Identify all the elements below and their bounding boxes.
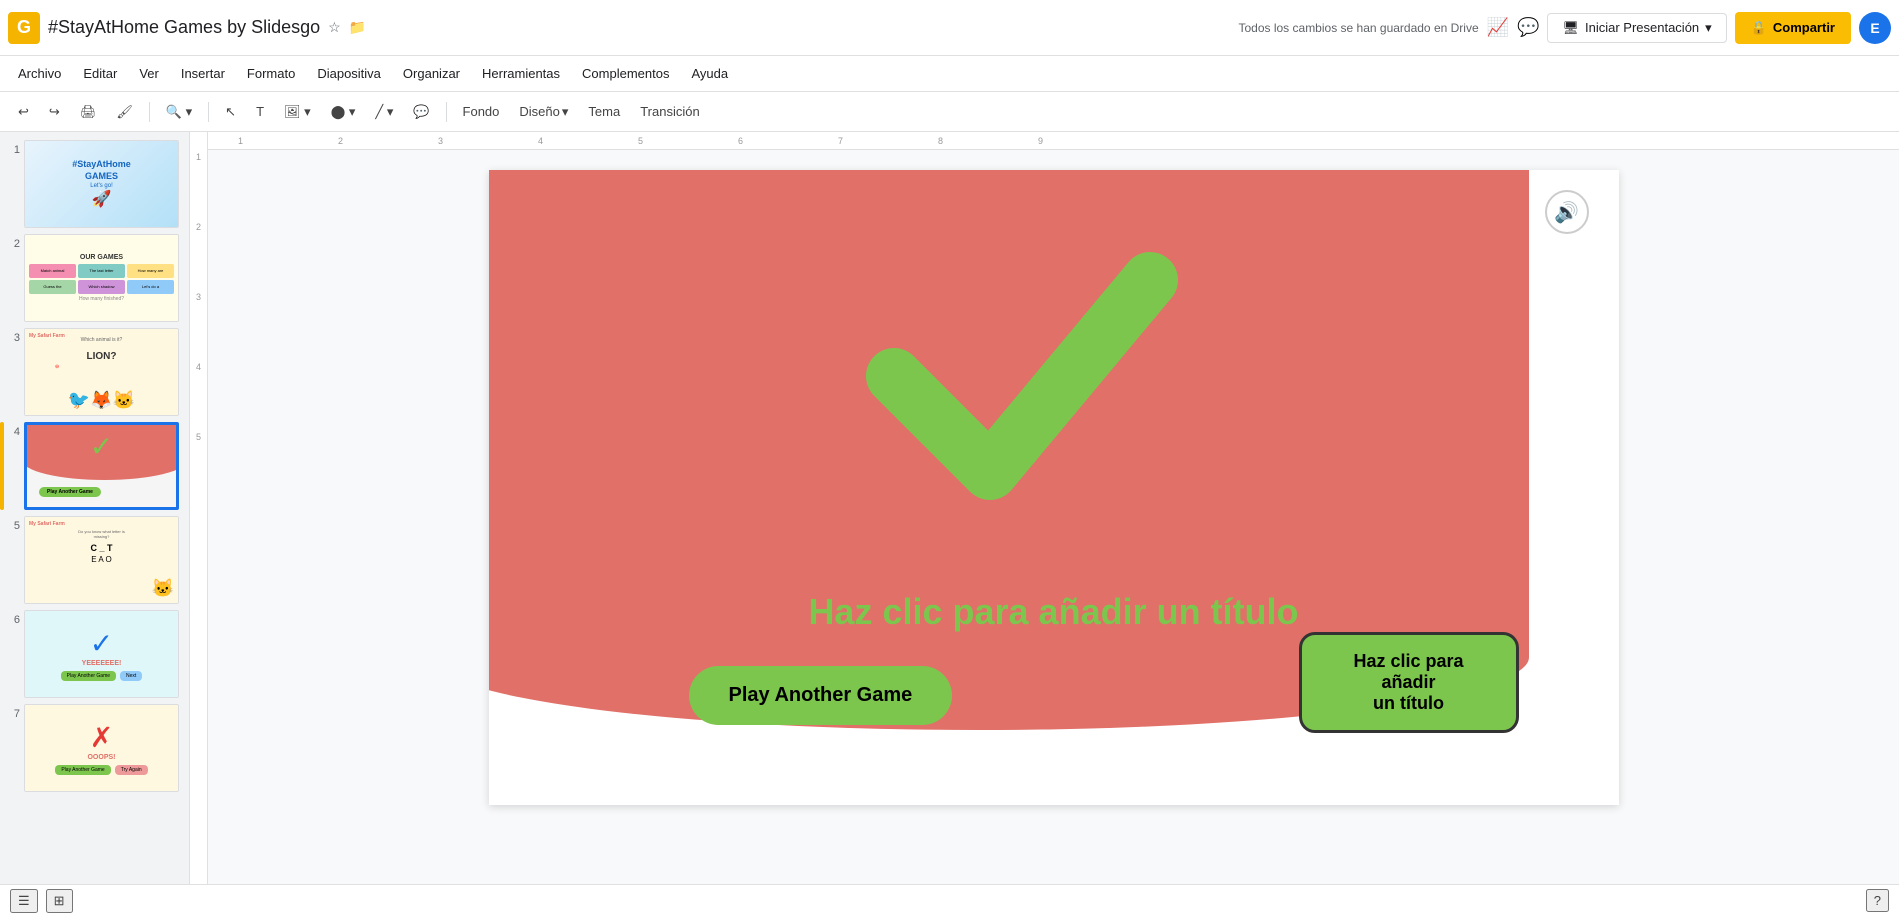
slide-thumb-2[interactable]: 2 OUR GAMES Match animal The last letter… (6, 234, 183, 322)
menu-ver[interactable]: Ver (129, 62, 169, 85)
chat-icon[interactable]: 💬 (1517, 17, 1539, 38)
slide-thumb-5[interactable]: 5 My Safari Farm Do you know what letter… (6, 516, 183, 604)
main-canvas-column: 1 2 3 4 5 6 7 8 9 (208, 132, 1899, 916)
bottom-bar: ☰ ⊞ ? (0, 884, 1899, 916)
present-button[interactable]: 🖥 Iniciar Presentación ▾ (1547, 13, 1726, 43)
slide-num-2: 2 (6, 238, 20, 250)
toolbar-redo-btn[interactable]: ↪ (41, 100, 68, 124)
toolbar-fondo-btn[interactable]: Fondo (455, 100, 508, 123)
app-icon[interactable]: G (8, 12, 40, 44)
slide-num-1: 1 (6, 144, 20, 156)
toolbar: ↩ ↪ 🖨 🖌 🔍 ▾ ↖ T 🖼 ▾ ⬤ ▾ ╱ ▾ 💬 Fondo Dise… (0, 92, 1899, 132)
folder-icon[interactable]: 📁 (349, 19, 366, 36)
sep2 (208, 102, 209, 122)
slide-thumb-7[interactable]: 7 ✗ OOOPS! Play Another Game Try Again (6, 704, 183, 792)
toolbar-shapes-btn[interactable]: ⬤ ▾ (323, 100, 364, 124)
slide-img-1[interactable]: #StayAtHomeGAMES Let's go! 🚀 (24, 140, 179, 228)
ruler-vertical: 1 2 3 4 5 (190, 132, 208, 916)
checkmark-svg (862, 200, 1182, 520)
toolbar-undo-btn[interactable]: ↩ (10, 100, 37, 124)
help-btn[interactable]: ? (1866, 889, 1889, 912)
menu-bar: Archivo Editar Ver Insertar Formato Diap… (0, 56, 1899, 92)
canvas-with-ruler: 1 2 3 4 5 1 2 3 4 5 6 7 8 (190, 132, 1899, 916)
toolbar-format-paint-btn[interactable]: 🖌 (108, 100, 141, 124)
slide-img-2[interactable]: OUR GAMES Match animal The last letter H… (24, 234, 179, 322)
ruler-horizontal: 1 2 3 4 5 6 7 8 9 (208, 132, 1899, 150)
top-bar: G #StayAtHome Games by Slidesgo ☆ 📁 Todo… (0, 0, 1899, 56)
toolbar-line-btn[interactable]: ╱ ▾ (367, 100, 401, 124)
checkmark-container (862, 200, 1182, 540)
activity-icon[interactable]: 📈 (1487, 17, 1509, 38)
slide-thumb-6[interactable]: 6 ✓ YEEEEEEE! Play Another Game Next (6, 610, 183, 698)
slide-img-3[interactable]: My Safari Farm Which animal is it? LION?… (24, 328, 179, 416)
menu-ayuda[interactable]: Ayuda (681, 62, 738, 85)
menu-organizar[interactable]: Organizar (393, 62, 470, 85)
play-another-game-button[interactable]: Play Another Game (689, 666, 953, 725)
slide-num-6: 6 (6, 614, 20, 626)
toolbar-zoom-btn[interactable]: 🔍 ▾ (158, 100, 200, 124)
grid-view-btn[interactable]: ⊞ (46, 889, 73, 913)
autosave-status: Todos los cambios se han guardado en Dri… (1238, 21, 1478, 35)
slide-num-5: 5 (6, 520, 20, 532)
toolbar-diseno-btn[interactable]: Diseño▾ (511, 100, 576, 124)
slide-title-placeholder[interactable]: Haz clic para añadir un título (804, 590, 1304, 633)
slide-canvas-wrapper: 🔊 Haz clic para añadir un título Play An… (208, 150, 1899, 916)
present-screen-icon: 🖥 (1562, 20, 1579, 36)
menu-editar[interactable]: Editar (73, 62, 127, 85)
menu-herramientas[interactable]: Herramientas (472, 62, 570, 85)
ruler-marks: 1 2 3 4 5 6 7 8 9 (238, 136, 1899, 146)
audio-button[interactable]: 🔊 (1545, 190, 1589, 234)
top-right-actions: 📈 💬 🖥 Iniciar Presentación ▾ 🔒 Compartir… (1487, 12, 1891, 44)
toolbar-comment-btn[interactable]: 💬 (405, 100, 437, 124)
slide-img-4[interactable]: ✓ Play Another Game (24, 422, 179, 510)
slide-img-5[interactable]: My Safari Farm Do you know what letter i… (24, 516, 179, 604)
sep1 (149, 102, 150, 122)
slide-panel: 1 #StayAtHomeGAMES Let's go! 🚀 2 OUR GAM… (0, 132, 190, 916)
slide-num-3: 3 (6, 332, 20, 344)
slide-thumb-3[interactable]: 3 My Safari Farm Which animal is it? LIO… (6, 328, 183, 416)
present-dropdown-icon: ▾ (1705, 20, 1712, 36)
doc-title-area: #StayAtHome Games by Slidesgo ☆ 📁 (48, 17, 1230, 38)
menu-formato[interactable]: Formato (237, 62, 305, 85)
menu-diapositiva[interactable]: Diapositiva (307, 62, 391, 85)
star-icon[interactable]: ☆ (328, 19, 341, 36)
active-indicator (0, 422, 4, 510)
slide-list-view-btn[interactable]: ☰ (10, 889, 38, 913)
slide-num-7: 7 (6, 708, 20, 720)
main-area: 1 #StayAtHomeGAMES Let's go! 🚀 2 OUR GAM… (0, 132, 1899, 916)
speaker-icon: 🔊 (1554, 200, 1579, 225)
slide-canvas[interactable]: 🔊 Haz clic para añadir un título Play An… (489, 170, 1619, 805)
menu-archivo[interactable]: Archivo (8, 62, 71, 85)
lock-icon: 🔒 (1751, 20, 1767, 36)
slide-img-7[interactable]: ✗ OOOPS! Play Another Game Try Again (24, 704, 179, 792)
toolbar-tema-btn[interactable]: Tema (580, 100, 628, 123)
toolbar-image-btn[interactable]: 🖼 ▾ (276, 100, 319, 124)
menu-complementos[interactable]: Complementos (572, 62, 679, 85)
toolbar-transicion-btn[interactable]: Transición (632, 100, 707, 123)
user-avatar[interactable]: E (1859, 12, 1891, 44)
slide-img-6[interactable]: ✓ YEEEEEEE! Play Another Game Next (24, 610, 179, 698)
slide-thumb-4[interactable]: 4 ✓ Play Another Game (6, 422, 183, 510)
menu-insertar[interactable]: Insertar (171, 62, 235, 85)
canvas-area: 1 2 3 4 5 1 2 3 4 5 6 7 8 (190, 132, 1899, 916)
toolbar-text-btn[interactable]: T (248, 100, 272, 123)
toolbar-print-btn[interactable]: 🖨 (72, 100, 105, 124)
doc-title: #StayAtHome Games by Slidesgo (48, 17, 320, 38)
slide-thumb-1[interactable]: 1 #StayAtHomeGAMES Let's go! 🚀 (6, 140, 183, 228)
toolbar-cursor-btn[interactable]: ↖ (217, 100, 244, 124)
sep3 (446, 102, 447, 122)
share-button[interactable]: 🔒 Compartir (1735, 12, 1851, 44)
slide-num-4: 4 (6, 426, 20, 438)
second-action-button[interactable]: Haz clic para añadir un título (1299, 632, 1519, 733)
